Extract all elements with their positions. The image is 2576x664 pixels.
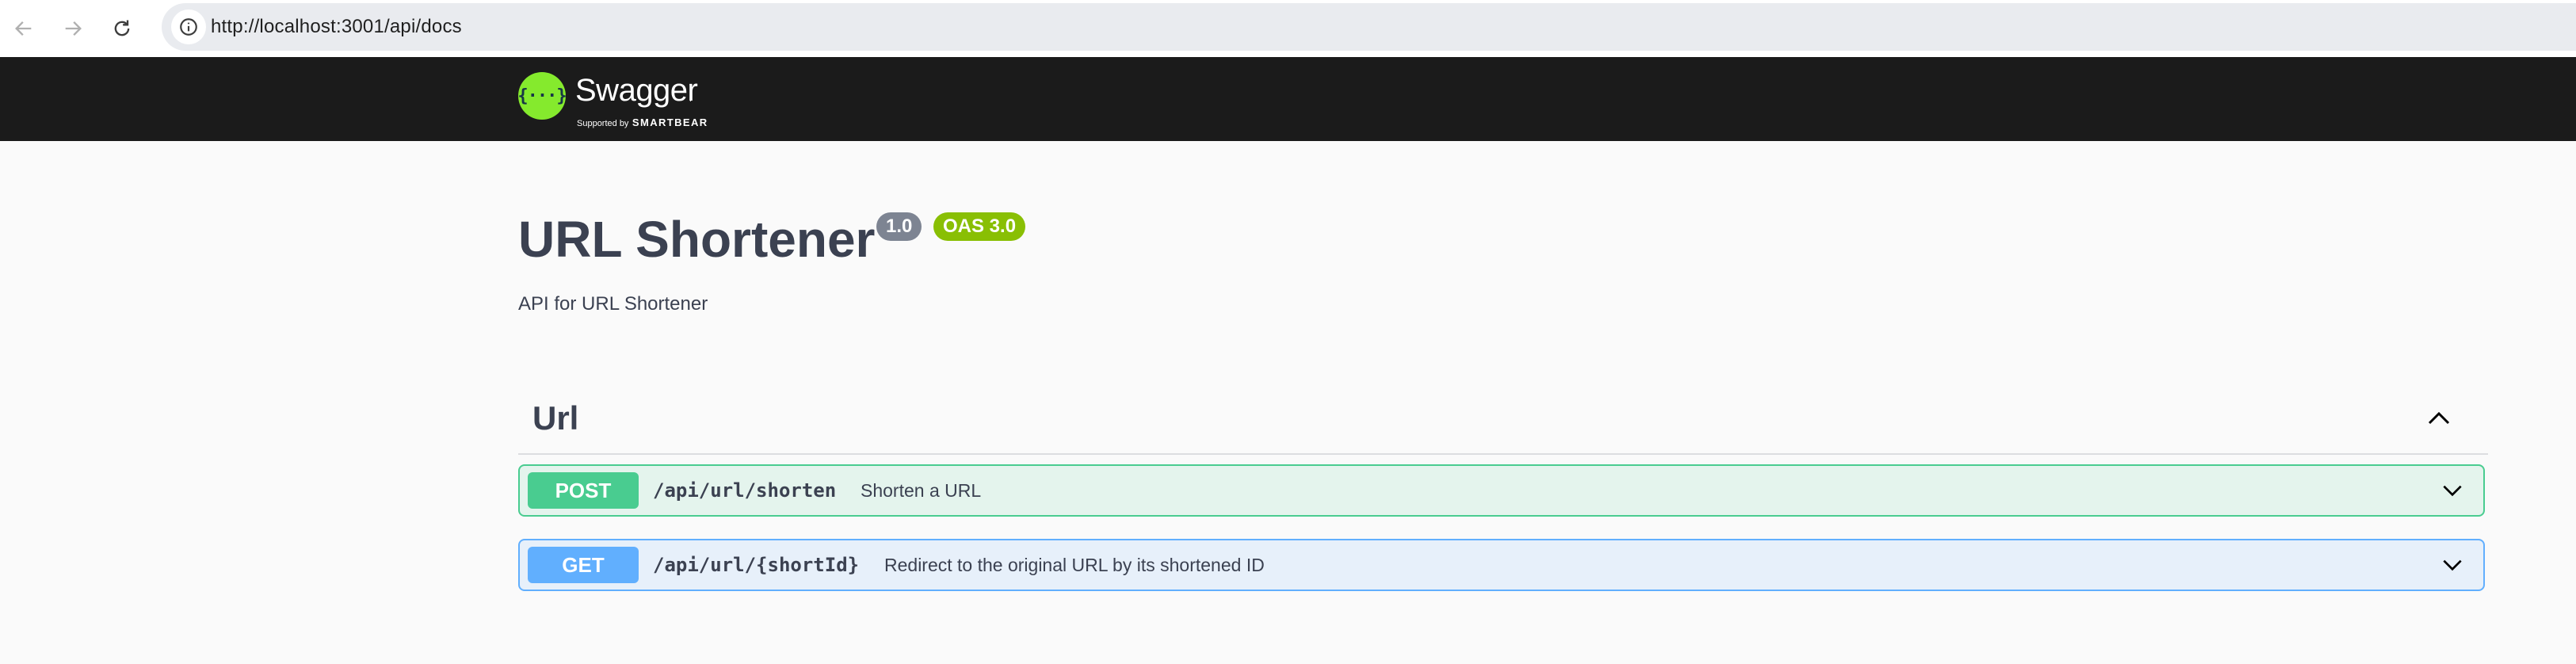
version-badge: 1.0	[876, 212, 922, 241]
chevron-down-icon	[2443, 485, 2462, 497]
forward-button[interactable]	[55, 11, 90, 46]
operation-summary: Shorten a URL	[861, 480, 982, 501]
method-badge: POST	[528, 472, 639, 509]
arrow-right-icon	[65, 21, 82, 36]
logo-mark-glyph: {···}	[517, 86, 567, 106]
smartbear-brand: SMARTBEAR	[632, 116, 708, 128]
info-icon	[180, 18, 197, 36]
reload-icon	[114, 20, 130, 36]
tag-name: Url	[532, 399, 579, 437]
reload-button[interactable]	[105, 11, 139, 46]
logo-title[interactable]: Swagger	[575, 73, 698, 109]
operation-path: /api/url/shorten	[653, 479, 837, 502]
api-description: API for URL Shortener	[518, 293, 708, 315]
logo-subtitle: Supported by SMARTBEAR	[577, 116, 708, 130]
expand-operation-button[interactable]	[2437, 550, 2467, 580]
site-info-button[interactable]	[171, 10, 206, 44]
swagger-topbar: {···} Swagger . Supported by SMARTBEAR	[0, 57, 2576, 141]
operation-summary: Redirect to the original URL by its shor…	[884, 555, 1265, 575]
logo-trademark: .	[689, 95, 692, 104]
operation-get-shortid[interactable]: GET /api/url/{shortId} Redirect to the o…	[518, 539, 2485, 591]
tag-header-url[interactable]: Url	[518, 388, 2488, 455]
address-bar[interactable]: http://localhost:3001/api/docs	[162, 3, 2576, 51]
method-badge: GET	[528, 547, 639, 583]
operation-path: /api/url/{shortId}	[653, 554, 860, 576]
expand-operation-button[interactable]	[2437, 475, 2467, 506]
supported-by-text: Supported by	[577, 119, 629, 128]
browser-toolbar: http://localhost:3001/api/docs	[0, 0, 2576, 57]
operation-post-shorten[interactable]: POST /api/url/shorten Shorten a URL	[518, 464, 2485, 517]
back-button[interactable]	[6, 11, 41, 46]
api-title: URL Shortener	[518, 211, 876, 268]
tag-collapse-button[interactable]	[2423, 403, 2455, 434]
oas-badge: OAS 3.0	[933, 212, 1026, 241]
chevron-down-icon	[2443, 559, 2462, 571]
swagger-logo-icon[interactable]: {···}	[517, 72, 567, 120]
address-url[interactable]: http://localhost:3001/api/docs	[211, 3, 462, 51]
arrow-left-icon	[15, 21, 32, 36]
chevron-up-icon	[2428, 411, 2450, 425]
